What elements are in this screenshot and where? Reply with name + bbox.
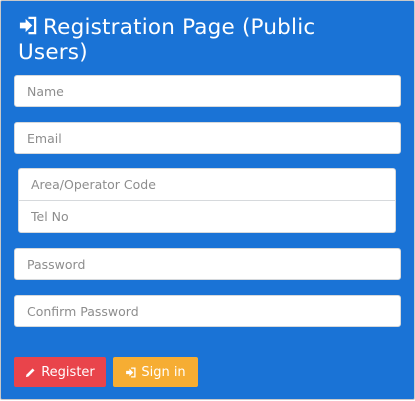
- name-field[interactable]: [14, 75, 401, 107]
- password-field[interactable]: [14, 248, 401, 280]
- register-button-label: Register: [41, 364, 95, 380]
- page-title: Registration Page (Public Users): [18, 15, 378, 65]
- sign-in-icon: [126, 366, 136, 378]
- sign-in-icon: [19, 16, 37, 35]
- register-button[interactable]: Register: [14, 357, 106, 387]
- registration-panel: Registration Page (Public Users) Registe…: [0, 0, 415, 400]
- signin-button[interactable]: Sign in: [113, 357, 198, 387]
- page-title-text: Registration Page (Public Users): [18, 15, 316, 65]
- signin-button-label: Sign in: [141, 364, 186, 380]
- email-field[interactable]: [14, 122, 401, 154]
- confirm-password-field[interactable]: [14, 295, 401, 327]
- area-operator-code-field[interactable]: [18, 168, 396, 201]
- tel-no-field[interactable]: [18, 200, 396, 233]
- phone-field-group: [18, 168, 396, 233]
- pencil-icon: [26, 367, 35, 377]
